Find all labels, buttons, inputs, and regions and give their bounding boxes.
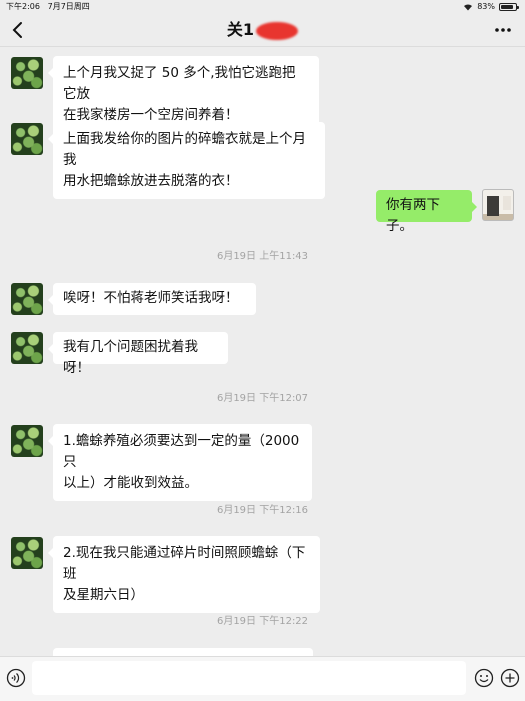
contact-avatar[interactable] [11,123,43,155]
message-line: 1.蟾蜍养殖必须要达到一定的量（2000 只 [63,433,300,470]
status-date: 7月7日周四 [47,2,90,11]
message-line: 2.现在我只能通过碎片时间照顾蟾蜍（下班 [63,545,306,582]
message-line: 及星期六日） [63,587,144,603]
chat-header: 关1 [0,14,525,47]
more-dots-icon [495,28,511,32]
message-bubble[interactable]: 我有几个问题困扰着我呀！ [48,332,228,376]
chat-title: 关1 [226,20,255,39]
message-bubble[interactable]: 2.现在我只能通过碎片时间照顾蟾蜍（下班 及星期六日） [48,536,320,613]
wifi-icon [464,4,473,11]
plus-button[interactable] [500,668,520,688]
message-bubble[interactable]: 1.蟾蜍养殖必须要达到一定的量（2000 只 以上）才能收到效益。 [48,424,312,501]
message-line: 你有两下子。 [386,197,440,234]
message-input[interactable] [32,661,466,695]
message-line: 用水把蟾蜍放进去脱落的衣！ [63,173,239,189]
input-bar [0,656,525,701]
timestamp: 6月19日 下午12:07 [216,393,309,404]
message-line: 以上）才能收到效益。 [63,475,198,491]
voice-icon [6,668,26,688]
timestamp: 6月19日 上午11:43 [216,251,309,262]
battery-percent: 83% [477,2,495,11]
contact-avatar[interactable] [11,425,43,457]
redaction-mark [256,21,299,40]
message-line: 上面我发给你的图片的碎蟾衣就是上个月我 [63,131,306,168]
battery-icon [499,3,519,11]
my-avatar[interactable] [482,189,514,221]
message-line: 我有几个问题困扰着我呀！ [63,339,198,376]
contact-avatar[interactable] [11,537,43,569]
status-time: 下午2:06 [6,2,40,11]
message-bubble[interactable]: 唉呀！不怕蒋老师笑话我呀！ [48,283,256,315]
emoji-icon [474,668,494,688]
message-line: 上个月我又捉了 50 多个,我怕它逃跑把它放 [63,65,296,102]
contact-avatar[interactable] [11,283,43,315]
message-bubble-outgoing[interactable]: 你有两下子。 [376,190,477,234]
message-bubble[interactable]: 上面我发给你的图片的碎蟾衣就是上个月我 用水把蟾蜍放进去脱落的衣！ [48,122,325,199]
status-bar: 下午2:06 7月7日周四 83% [0,0,525,14]
timestamp: 6月19日 下午12:22 [216,616,309,627]
timestamp: 6月19日 下午12:16 [216,505,309,516]
voice-button[interactable] [6,668,26,688]
battery-fill [501,5,513,9]
contact-avatar[interactable] [11,57,43,89]
more-button[interactable] [493,21,513,39]
emoji-button[interactable] [474,668,494,688]
contact-avatar[interactable] [11,332,43,364]
message-line: 唉呀！不怕蒋老师笑话我呀！ [63,290,239,306]
plus-icon [500,668,520,688]
